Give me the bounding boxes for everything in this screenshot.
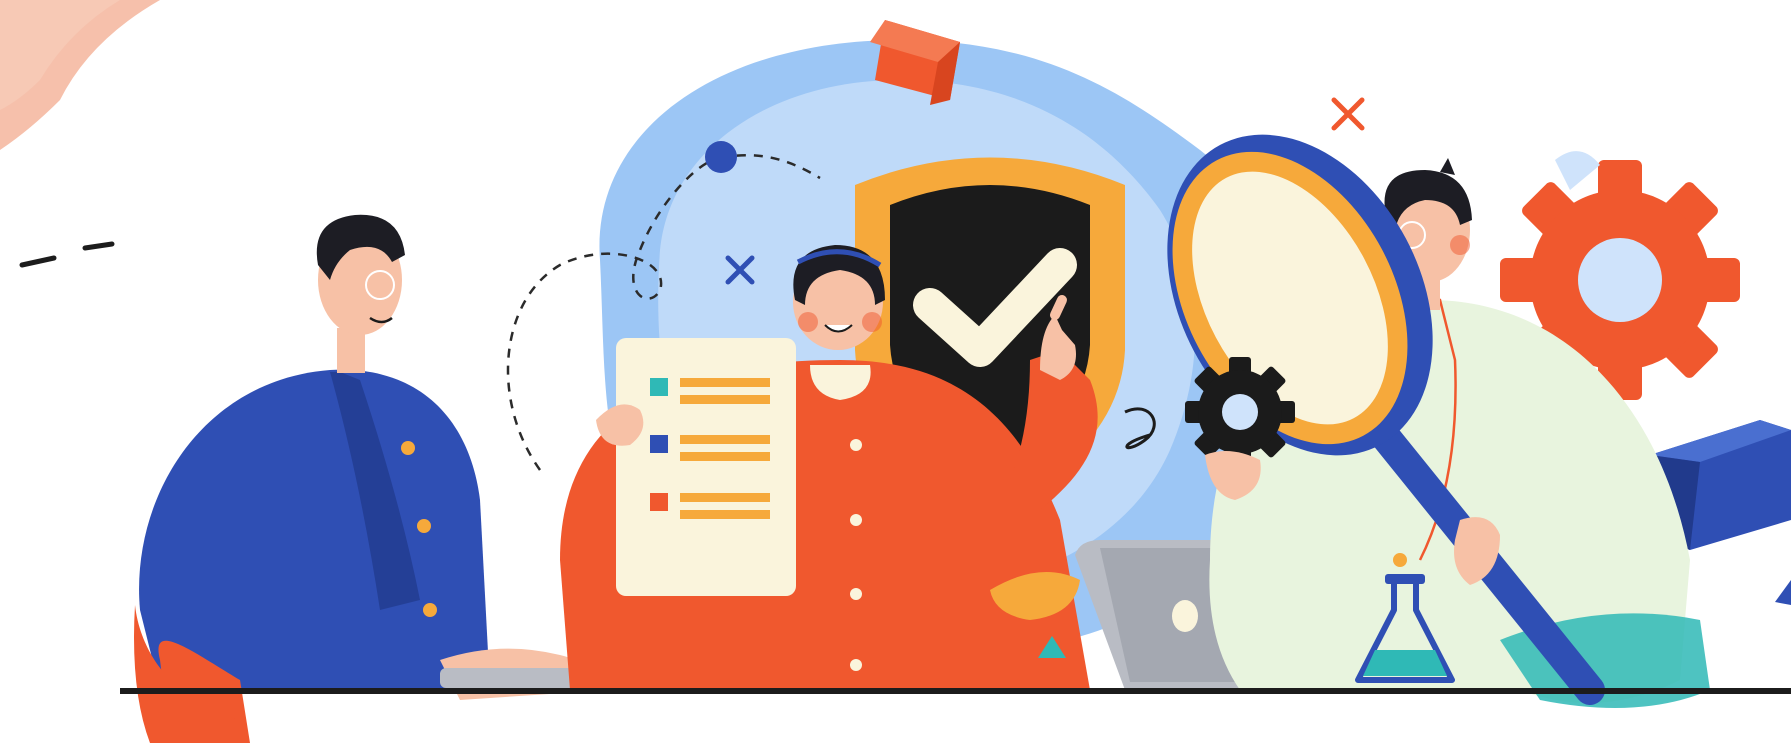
small-gear-icon [1185, 357, 1295, 467]
checklist-icon [596, 338, 796, 596]
motion-dashes [19, 241, 115, 268]
corner-swoosh [0, 0, 160, 150]
orbit-dot [705, 141, 737, 173]
triangle-icon [1775, 580, 1791, 605]
team-security-illustration [0, 0, 1791, 743]
gear-shadow-blob [1555, 151, 1600, 190]
man-in-blue [134, 214, 610, 743]
cross-icon [1331, 97, 1365, 131]
